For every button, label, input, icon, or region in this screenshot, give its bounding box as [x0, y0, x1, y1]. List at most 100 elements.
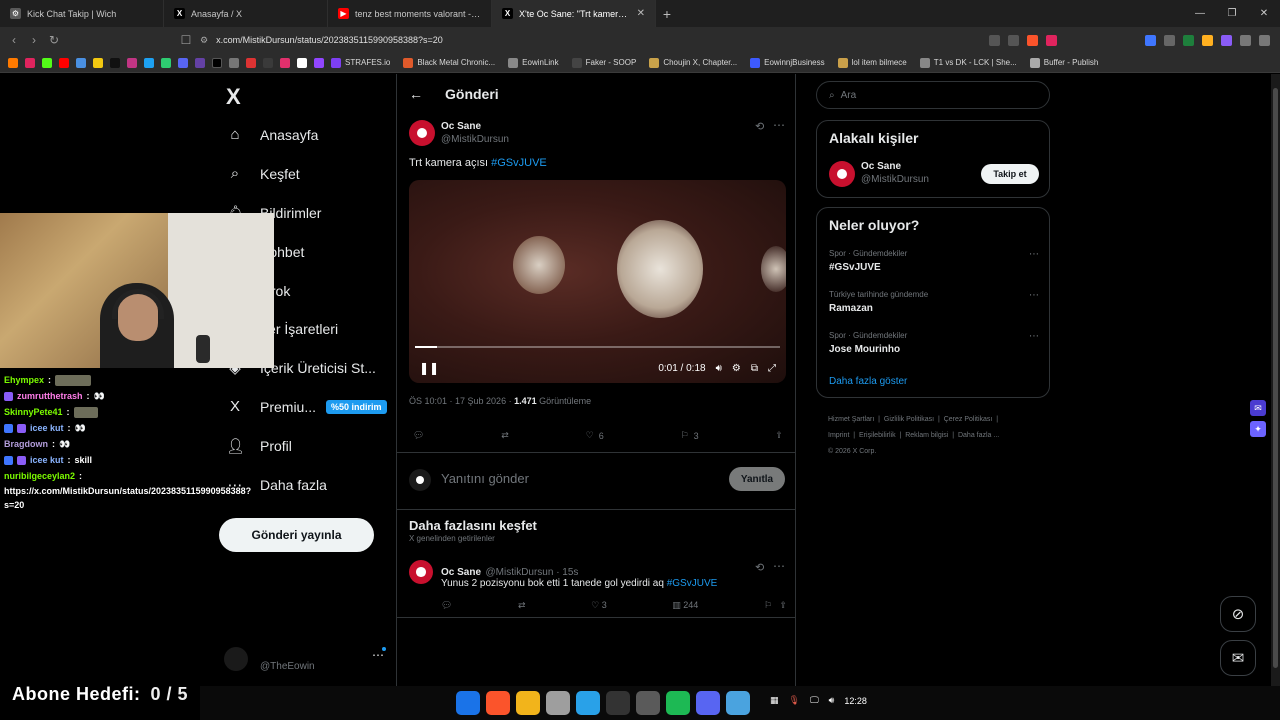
bookmark-favicon[interactable]	[59, 57, 69, 68]
bookmark-favicon[interactable]	[76, 57, 86, 68]
footer-link[interactable]: Hizmet Şartları	[828, 416, 874, 423]
video-progress-bar[interactable]	[415, 346, 780, 348]
x-logo[interactable]: X	[226, 84, 241, 110]
person-handle[interactable]: @MistikDursun	[861, 174, 929, 185]
trend-item[interactable]: Türkiye tarihinde gündemde Ramazan ⋯	[829, 290, 1039, 314]
bookmark-favicon[interactable]	[280, 57, 290, 68]
grok-floating-button[interactable]: ⊘	[1220, 596, 1256, 632]
person-name[interactable]: Oc Sane	[861, 161, 929, 172]
tab-x-post[interactable]: X X'te Oc Sane: "Trt kamera açı ✕	[492, 0, 656, 27]
taskbar-app-icon[interactable]	[666, 691, 690, 715]
bookmark-item[interactable]: Black Metal Chronic...	[403, 57, 495, 68]
more-icon[interactable]: ⋯	[1029, 290, 1039, 301]
url-text[interactable]: x.com/MistikDursun/status/20238351159909…	[216, 35, 443, 45]
rewards-icon[interactable]	[1046, 34, 1057, 46]
share-icon[interactable]: ⇪	[775, 430, 783, 441]
menu-icon[interactable]	[1259, 34, 1270, 46]
author-handle[interactable]: @MistikDursun	[441, 134, 509, 145]
bookmark-favicon[interactable]	[110, 57, 120, 68]
bookmark-item[interactable]: EowinLink	[508, 57, 559, 68]
show-more-link[interactable]: Daha fazla göster	[829, 376, 907, 387]
bookmark-page-icon[interactable]: ☐	[176, 33, 196, 47]
bookmark-favicon[interactable]	[144, 57, 154, 68]
list-item[interactable]: Oc Sane @MistikDursun · 15s ⟲ ⋯ Yunus 2 …	[397, 554, 795, 618]
clock[interactable]: 12:28	[844, 696, 867, 706]
more-icon[interactable]: ⋯	[773, 559, 785, 573]
grok-icon[interactable]: ⟲	[755, 120, 764, 133]
reply-button[interactable]: Yanıtla	[729, 467, 785, 491]
taskbar-app-icon[interactable]	[636, 691, 660, 715]
author-name[interactable]: Oc Sane	[441, 121, 509, 132]
author-name[interactable]: Oc Sane	[441, 567, 481, 578]
bookmark-favicon[interactable]	[246, 57, 256, 68]
cast-icon[interactable]	[989, 34, 1000, 46]
microphone-icon[interactable]: 🎙︎	[789, 695, 800, 706]
bookmark-share-icons[interactable]: ⚐ ⇪	[764, 600, 787, 611]
footer-link[interactable]: Imprint	[828, 432, 849, 439]
extension-icon[interactable]	[1183, 34, 1194, 46]
site-info-icon[interactable]: ⚙	[200, 35, 208, 46]
author-handle[interactable]: @MistikDursun · 15s	[485, 567, 578, 578]
bookmark-item[interactable]: Buffer - Publish	[1029, 57, 1098, 68]
bookmark-favicon[interactable]	[212, 57, 222, 68]
puzzle-icon[interactable]	[1240, 34, 1251, 46]
author-avatar[interactable]	[409, 120, 435, 146]
taskbar-app-icon[interactable]	[606, 691, 630, 715]
tab-kick-chat[interactable]: ⚙ Kick Chat Takip | Wich	[0, 0, 164, 27]
trend-item[interactable]: Spor · Gündemdekiler Jose Mourinho ⋯	[829, 331, 1039, 355]
volume-icon[interactable]: 🔊︎	[829, 695, 835, 706]
bookmark-item[interactable]: STRAFES.io	[331, 57, 390, 68]
bookmark-favicon[interactable]	[178, 57, 188, 68]
bookmark-favicon[interactable]	[127, 57, 137, 68]
footer-link[interactable]: Daha fazla ...	[958, 432, 999, 439]
bookmark-favicon[interactable]	[314, 57, 324, 68]
fullscreen-icon[interactable]: ⤢	[768, 363, 776, 374]
footer-link[interactable]: Reklam bilgisi	[905, 432, 948, 439]
bookmark-favicon[interactable]	[263, 57, 273, 68]
taskbar-app-icon[interactable]	[546, 691, 570, 715]
views-button[interactable]: ▥ 244	[672, 600, 698, 611]
bookmark-item[interactable]: Faker - SOOP	[571, 57, 636, 68]
bookmark-favicon[interactable]	[195, 57, 205, 68]
author-avatar[interactable]	[409, 560, 433, 584]
url-field[interactable]: ⚙ x.com/MistikDursun/status/202383511599…	[200, 31, 920, 49]
trend-item[interactable]: Spor · Gündemdekiler #GSvJUVE ⋯	[829, 249, 1039, 273]
hashtag-link[interactable]: #GSvJUVE	[491, 157, 547, 169]
footer-link[interactable]: Çerez Politikası	[944, 416, 993, 423]
taskbar-app-icon[interactable]	[456, 691, 480, 715]
repost-icon[interactable]: ⇄	[501, 430, 509, 441]
follow-button[interactable]: Takip et	[981, 164, 1039, 184]
taskbar-app-icon[interactable]	[576, 691, 600, 715]
scrollbar-thumb[interactable]	[1273, 88, 1278, 668]
extension-icon[interactable]	[1145, 34, 1156, 46]
extension-icon[interactable]	[1164, 34, 1175, 46]
pip-icon[interactable]: ⧉	[751, 363, 758, 374]
video-player[interactable]: ❚❚ 0:01 / 0:18 🔊︎ ⚙ ⧉ ⤢	[409, 180, 786, 383]
footer-link[interactable]: Erişilebilirlik	[859, 432, 896, 439]
more-icon[interactable]: ⋯	[773, 118, 785, 132]
tray-icon[interactable]: ▦	[770, 695, 779, 706]
bookmark-favicon[interactable]	[93, 57, 103, 68]
forward-icon[interactable]: ›	[24, 33, 44, 47]
bookmark-button[interactable]: ⚐ 3	[681, 430, 699, 441]
bookmark-favicon[interactable]	[8, 57, 18, 68]
bookmark-favicon[interactable]	[161, 57, 171, 68]
grok-icon[interactable]: ⟲	[755, 561, 764, 574]
reply-icon[interactable]: 💬︎	[413, 430, 424, 441]
bookmark-item[interactable]: EowinnjBusiness	[750, 57, 825, 68]
extension-icon[interactable]	[1221, 34, 1232, 46]
post-timestamp[interactable]: ÖS 10:01 · 17 Şub 2026 ·	[409, 396, 514, 406]
extension-sidebar-icon[interactable]: ✉	[1250, 400, 1266, 416]
messages-floating-button[interactable]: ✉	[1220, 640, 1256, 676]
close-tab-icon[interactable]: ✕	[637, 8, 645, 19]
close-window-icon[interactable]: ✕	[1248, 0, 1280, 27]
tab-x-home[interactable]: X Anasayfa / X	[164, 0, 328, 27]
like-button[interactable]: ♡ 3	[591, 600, 607, 611]
footer-link[interactable]: Gizlilik Politikası	[884, 416, 934, 423]
settings-icon[interactable]: ⚙	[732, 363, 741, 374]
post-button[interactable]: Gönderi yayınla	[219, 518, 374, 552]
repost-icon[interactable]: ⇄	[518, 600, 526, 611]
extension-icon[interactable]	[1202, 34, 1213, 46]
pause-icon[interactable]: ❚❚	[419, 361, 439, 375]
taskbar-app-icon[interactable]	[516, 691, 540, 715]
